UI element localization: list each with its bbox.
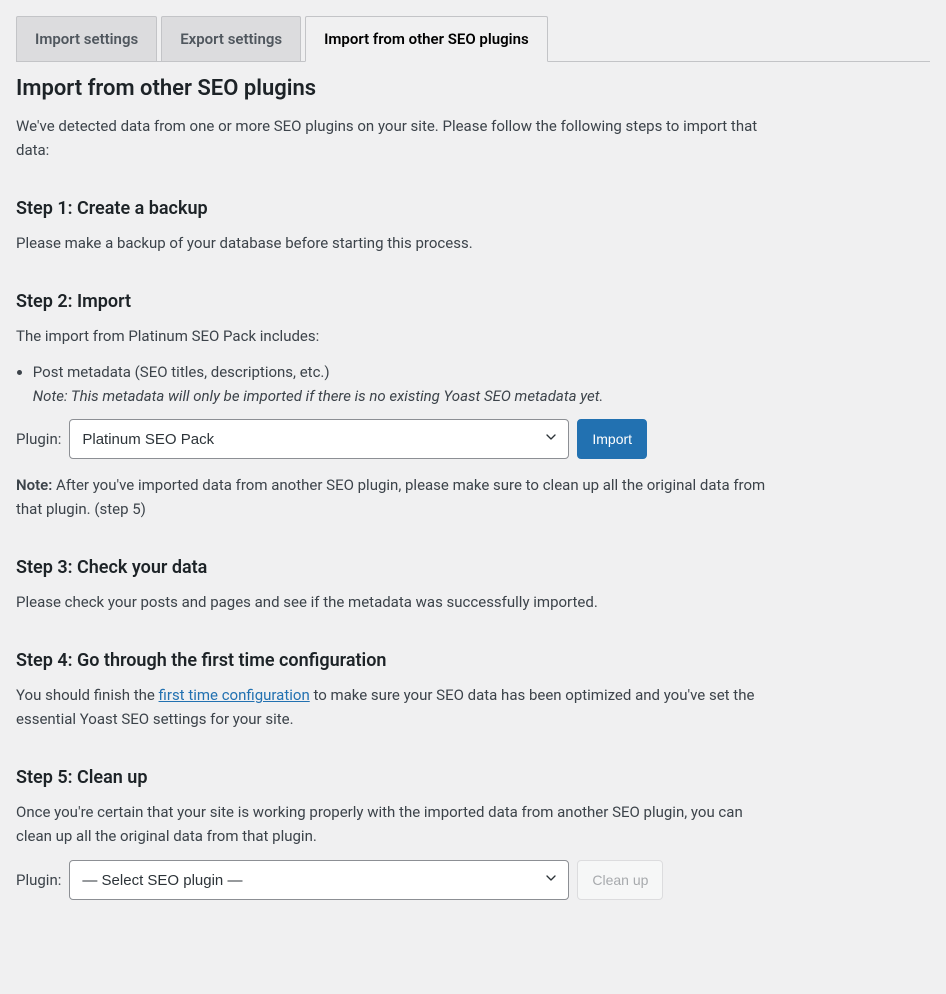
step2-heading: Step 2: Import [16, 291, 930, 312]
list-item-note: Note: This metadata will only be importe… [33, 387, 604, 405]
page-title: Import from other SEO plugins [16, 76, 930, 101]
tab-import-other-seo[interactable]: Import from other SEO plugins [305, 16, 548, 62]
import-plugin-select[interactable]: Platinum SEO Pack [69, 419, 569, 459]
first-time-config-link[interactable]: first time configuration [159, 686, 310, 704]
tab-import-settings[interactable]: Import settings [16, 16, 157, 62]
list-item: Post metadata (SEO titles, descriptions,… [33, 360, 930, 408]
import-button[interactable]: Import [577, 419, 647, 459]
step2-list: Post metadata (SEO titles, descriptions,… [33, 360, 930, 408]
step5-heading: Step 5: Clean up [16, 767, 930, 788]
page-container: Import settings Export settings Import f… [0, 0, 946, 930]
step3-heading: Step 3: Check your data [16, 557, 930, 578]
step2-note: Note: After you've imported data from an… [16, 473, 776, 521]
step1-text: Please make a backup of your database be… [16, 231, 776, 255]
step4-text: You should finish the first time configu… [16, 683, 776, 731]
list-item-text: Post metadata (SEO titles, descriptions,… [33, 363, 330, 381]
step3-text: Please check your posts and pages and se… [16, 590, 776, 614]
cleanup-form-row: Plugin: — Select SEO plugin — Clean up [16, 860, 930, 900]
note-text: After you've imported data from another … [16, 476, 765, 518]
import-plugin-select-wrap: Platinum SEO Pack [69, 419, 569, 459]
step1-heading: Step 1: Create a backup [16, 198, 930, 219]
step4-before: You should finish the [16, 686, 159, 704]
tab-export-settings[interactable]: Export settings [161, 16, 301, 62]
tab-bar: Import settings Export settings Import f… [16, 16, 930, 62]
import-form-row: Plugin: Platinum SEO Pack Import [16, 419, 930, 459]
cleanup-plugin-select[interactable]: — Select SEO plugin — [69, 860, 569, 900]
cleanup-plugin-label: Plugin: [16, 871, 61, 889]
cleanup-plugin-select-wrap: — Select SEO plugin — [69, 860, 569, 900]
note-label: Note: [16, 476, 52, 494]
step4-heading: Step 4: Go through the first time config… [16, 650, 930, 671]
step5-text: Once you're certain that your site is wo… [16, 800, 776, 848]
cleanup-button[interactable]: Clean up [577, 860, 663, 900]
step2-intro: The import from Platinum SEO Pack includ… [16, 324, 776, 348]
import-plugin-label: Plugin: [16, 430, 61, 448]
intro-paragraph: We've detected data from one or more SEO… [16, 114, 776, 162]
